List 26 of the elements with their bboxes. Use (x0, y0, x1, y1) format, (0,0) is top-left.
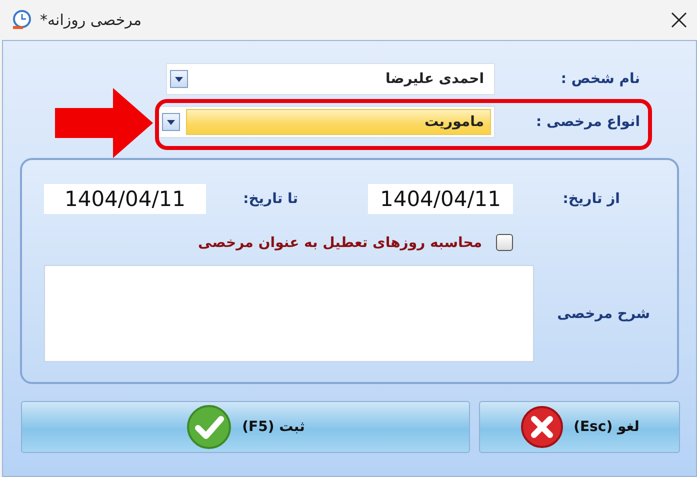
checkbox[interactable] (496, 234, 513, 251)
field-label: نام شخص : (560, 71, 640, 87)
dropdown-button[interactable] (170, 70, 188, 88)
dropdown-button[interactable] (162, 113, 180, 131)
checkbox-label: محاسبه روزهای تعطیل به عنوان مرخصی (198, 234, 482, 250)
date-label: تا تاریخ: (242, 191, 298, 207)
dropdown-field[interactable]: ماموریت (158, 106, 495, 138)
dropdown-value: ماموریت (186, 109, 491, 135)
date-field[interactable]: 1404/04/11 (368, 184, 513, 214)
dropdown-field[interactable]: احمدی علیرضا (166, 63, 495, 95)
dropdown-value: احمدی علیرضا (384, 70, 485, 89)
description-label: شرح مرخصی (556, 306, 650, 322)
check-icon (186, 404, 232, 450)
close-icon[interactable] (671, 12, 687, 28)
arrow-icon (55, 88, 153, 158)
calendar-clock-icon (10, 9, 32, 31)
cancel-icon (520, 405, 564, 449)
date-field[interactable]: 1404/04/11 (44, 184, 206, 214)
window-title: مرخصی روزانه* (40, 11, 142, 29)
caret-icon (175, 76, 183, 82)
caret-icon (167, 120, 175, 124)
date-label: از تاریخ: (562, 191, 620, 207)
cancel-button[interactable]: لغو (Esc) (479, 401, 680, 453)
description-field[interactable] (44, 265, 534, 362)
submit-button[interactable]: ثبت (F5) (21, 401, 470, 453)
field-label: انواع مرخصی : (535, 114, 640, 130)
